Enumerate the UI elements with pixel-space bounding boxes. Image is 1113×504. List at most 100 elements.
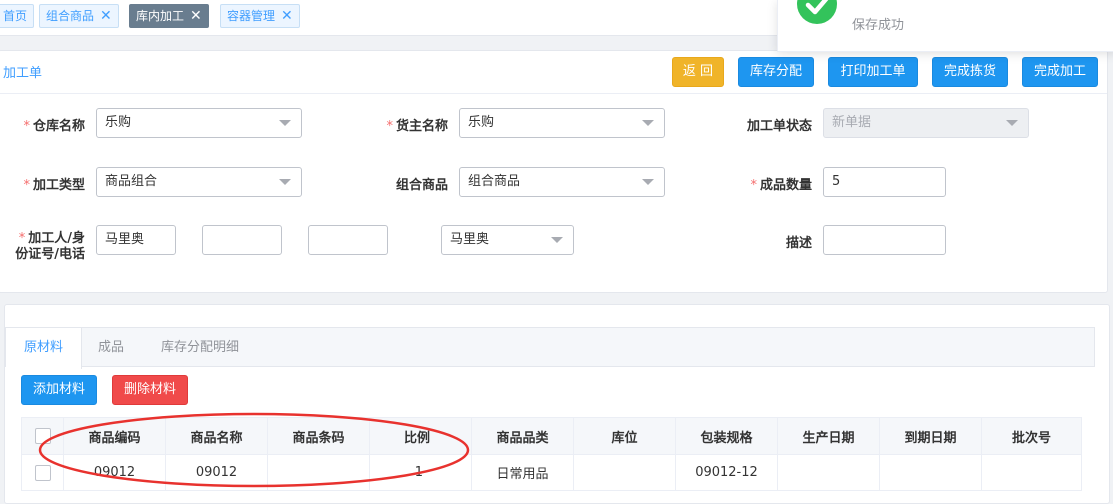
owner-select[interactable]: 乐购 [459,108,665,138]
owner-value: 乐购 [468,115,495,130]
processor-label: * 加工人/身 份证号/电话 [0,231,85,263]
card-title: 加工单 [3,66,43,81]
tag-label: 首页 [3,9,28,23]
table-cell: 日常用品 [471,454,574,491]
toast-message: 保存成功 [852,18,905,33]
chevron-down-icon [551,237,563,243]
table-cell [879,454,982,491]
table-cell [267,454,370,491]
table-cell: 09012 [63,454,166,491]
processor-id-input[interactable] [202,225,282,255]
tag-label: 容器管理 [227,9,276,23]
description-label: 描述 [699,232,812,251]
tag-label: 库内加工 [136,9,185,23]
divider [0,93,1107,94]
column-header: 生产日期 [777,417,880,455]
detail-card: 原材料 成品 库存分配明细 添加材料 删除材料 商品编码 商品名称 商品条码 比… [4,304,1110,504]
success-toast: 保存成功 [777,0,1113,52]
check-circle-icon [797,0,837,24]
combo-goods-label-text: 组合商品 [395,178,448,193]
finish-processing-button[interactable]: 完成加工 [1022,57,1098,87]
required-mark: * [386,119,393,134]
column-header: 商品名称 [165,417,268,455]
back-button[interactable]: 返 回 [672,57,724,87]
table-cell [777,454,880,491]
column-header: 包装规格 [675,417,778,455]
chevron-down-icon [279,120,291,126]
combo-goods-select[interactable]: 组合商品 [459,167,665,197]
processor-phone-input[interactable] [308,225,388,255]
combo-goods-label: 组合商品 [359,174,448,193]
quantity-input[interactable]: 5 [823,167,946,197]
combo-goods-value: 组合商品 [468,174,521,189]
tag-container-management[interactable]: 容器管理 ✕ [220,4,300,28]
table-cell [573,454,676,491]
materials-table: 商品编码 商品名称 商品条码 比例 商品品类 库位 包装规格 生产日期 到期日期… [21,417,1082,491]
process-order-form-card: 加工单 返 回 库存分配 打印加工单 完成拣货 完成加工 * 仓库名称 乐购 * 货… [0,50,1108,293]
description-input[interactable] [823,225,946,255]
finish-picking-button[interactable]: 完成拣货 [932,57,1008,87]
table-cell [981,454,1082,491]
chevron-down-icon [642,120,654,126]
tag-combo-goods[interactable]: 组合商品 ✕ [39,4,119,28]
row-select-cell[interactable] [21,454,64,491]
allocate-stock-button[interactable]: 库存分配 [738,57,814,87]
required-mark: * [18,231,26,246]
column-header: 商品条码 [267,417,370,455]
close-icon[interactable]: ✕ [100,8,112,24]
processor-select[interactable]: 马里奥 [441,225,574,255]
process-type-select[interactable]: 商品组合 [96,167,302,197]
chevron-down-icon [1006,120,1018,126]
select-all-checkbox[interactable] [34,428,51,444]
detail-tabs: 原材料 成品 库存分配明细 [5,327,1095,369]
tag-inventory-processing[interactable]: 库内加工 ✕ [129,4,209,28]
required-mark: * [23,178,30,193]
status-label: 加工单状态 [699,115,812,134]
table-header-row: 商品编码 商品名称 商品条码 比例 商品品类 库位 包装规格 生产日期 到期日期… [21,417,1082,455]
delete-material-button[interactable]: 删除材料 [112,375,188,405]
warehouse-select[interactable]: 乐购 [96,108,302,138]
description-label-text: 描述 [785,236,812,251]
tab-finished-goods[interactable]: 成品 [82,328,140,368]
tab-allocation-details[interactable]: 库存分配明细 [140,328,260,368]
tag-home[interactable]: 首页 [0,4,35,28]
table-row[interactable]: 09012 09012 1 日常用品 09012-12 [21,454,1082,491]
close-icon[interactable]: ✕ [281,8,293,24]
column-header: 商品品类 [471,417,574,455]
status-select: 新单据 [823,108,1029,138]
tag-label: 组合商品 [46,9,95,23]
column-header: 库位 [573,417,676,455]
warehouse-label-text: 仓库名称 [32,119,85,134]
process-type-label: * 加工类型 [0,174,85,193]
owner-label: * 货主名称 [359,115,448,134]
warehouse-value: 乐购 [105,115,132,130]
column-header: 商品编码 [63,417,166,455]
warehouse-label: * 仓库名称 [0,115,85,134]
required-mark: * [23,119,30,134]
column-header: 到期日期 [879,417,982,455]
print-order-button[interactable]: 打印加工单 [828,57,918,87]
processor-name-input[interactable]: 马里奥 [96,225,176,255]
process-type-label-text: 加工类型 [32,178,85,193]
required-mark: * [750,178,757,193]
process-type-value: 商品组合 [105,174,158,189]
add-material-button[interactable]: 添加材料 [21,375,97,405]
processor-label-line2: 份证号/电话 [15,247,85,262]
status-label-text: 加工单状态 [746,119,812,134]
table-cell: 09012 [165,454,268,491]
quantity-value: 5 [832,174,841,189]
chevron-down-icon [642,179,654,185]
table-cell: 09012-12 [675,454,778,491]
quantity-label: * 成品数量 [699,174,812,193]
processor-name-value: 马里奥 [105,232,145,247]
tab-raw-materials[interactable]: 原材料 [6,328,82,369]
table-cell: 1 [369,454,472,491]
column-header: 比例 [369,417,472,455]
row-checkbox[interactable] [34,464,51,481]
chevron-down-icon [279,179,291,185]
select-all-cell[interactable] [21,417,64,455]
quantity-label-text: 成品数量 [759,178,812,193]
column-header: 批次号 [981,417,1082,455]
processor-label-line1: 加工人/身 [28,231,85,246]
close-icon[interactable]: ✕ [190,8,202,24]
